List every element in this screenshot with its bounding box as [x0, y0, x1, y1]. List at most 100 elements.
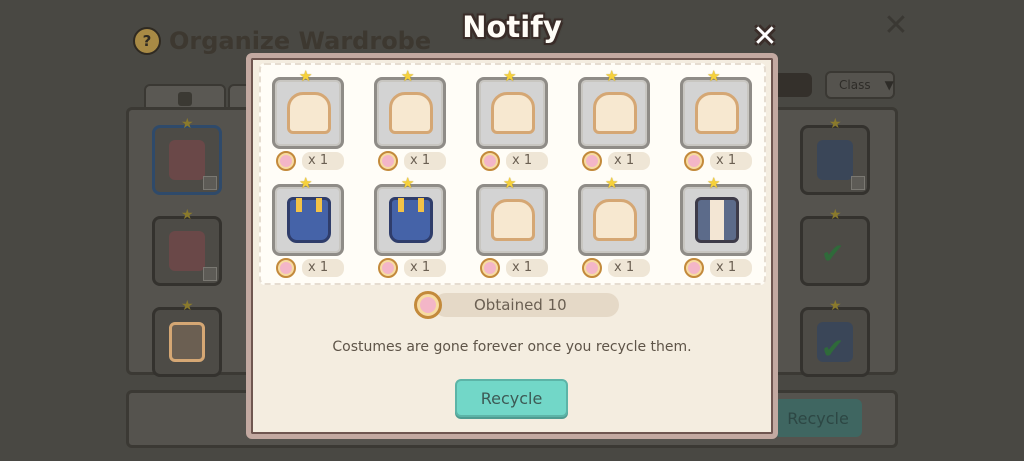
coin-icon [684, 258, 704, 278]
bread-costume-icon [593, 92, 637, 134]
class-dropdown[interactable]: Class ▼ [825, 71, 895, 99]
quantity-text: x 1 [710, 152, 753, 170]
costume-thumb [169, 322, 205, 362]
star-icon: ★ [605, 67, 619, 85]
star-icon: ★ [401, 67, 415, 85]
star-icon: ★ [181, 207, 194, 223]
star-icon: ★ [707, 67, 721, 85]
coin-icon [378, 151, 398, 171]
item-slot [476, 77, 548, 149]
wardrobe-slot[interactable]: ★ ✔ [800, 298, 870, 377]
overalls-costume-icon [389, 197, 433, 243]
recycle-button[interactable]: Recycle [455, 379, 568, 417]
bread-costume-icon [491, 92, 535, 134]
coin-icon [582, 258, 602, 278]
close-icon[interactable]: ✕ [748, 20, 782, 54]
item-slot [374, 77, 446, 149]
coin-icon [276, 151, 296, 171]
quantity-text: x 1 [506, 152, 549, 170]
star-icon: ★ [829, 207, 842, 223]
recycle-item[interactable]: ★ x 1 [476, 174, 550, 282]
item-quantity: x 1 [480, 258, 549, 278]
item-quantity: x 1 [378, 151, 447, 171]
bread-costume-icon [695, 92, 739, 134]
quantity-text: x 1 [506, 259, 549, 277]
item-quantity: x 1 [684, 151, 753, 171]
recycle-item[interactable]: ★ x 1 [578, 67, 652, 175]
checkbox[interactable] [203, 176, 217, 190]
item-slot [680, 184, 752, 256]
item-slot [272, 77, 344, 149]
recycle-item[interactable]: ★ x 1 [578, 174, 652, 282]
item-slot [578, 77, 650, 149]
recycle-item[interactable]: ★ x 1 [272, 67, 346, 175]
star-icon: ★ [503, 174, 517, 192]
item-slot [578, 184, 650, 256]
star-icon: ★ [299, 174, 313, 192]
coin-icon [414, 291, 442, 319]
item-slot [272, 184, 344, 256]
coin-icon [378, 258, 398, 278]
recycle-item[interactable]: ★ x 1 [272, 174, 346, 282]
checkmark-icon: ✔ [821, 237, 845, 270]
item-quantity: x 1 [582, 258, 651, 278]
bread-costume-icon [287, 92, 331, 134]
wardrobe-slot[interactable]: ★ [800, 116, 870, 195]
recycle-warning: Costumes are gone forever once you recyc… [332, 339, 692, 355]
checkmark-icon: ✔ [821, 332, 845, 365]
item-quantity: x 1 [276, 151, 345, 171]
item-slot [374, 184, 446, 256]
star-icon: ★ [299, 67, 313, 85]
star-icon: ★ [181, 116, 194, 132]
quantity-text: x 1 [302, 259, 345, 277]
star-icon: ★ [503, 67, 517, 85]
quantity-text: x 1 [404, 259, 447, 277]
coin-icon [480, 258, 500, 278]
star-icon: ★ [829, 116, 842, 132]
modal-title: Notify [462, 10, 562, 44]
hanger-icon [178, 92, 192, 106]
class-dropdown-label: Class [839, 78, 871, 92]
item-quantity: x 1 [276, 258, 345, 278]
item-quantity: x 1 [684, 258, 753, 278]
item-slot [680, 77, 752, 149]
recycle-item[interactable]: ★ x 1 [374, 67, 448, 175]
recycle-item[interactable]: ★ x 1 [680, 67, 754, 175]
quantity-text: x 1 [608, 152, 651, 170]
recycle-item[interactable]: ★ x 1 [374, 174, 448, 282]
star-icon: ★ [829, 298, 842, 314]
triangle-down-icon: ▼ [884, 78, 894, 92]
item-slot [476, 184, 548, 256]
star-icon: ★ [401, 174, 415, 192]
quantity-text: x 1 [710, 259, 753, 277]
star-icon: ★ [605, 174, 619, 192]
wardrobe-slot[interactable]: ★ [152, 298, 222, 377]
obtained-label: Obtained 10 [434, 293, 619, 317]
obtained-summary: Obtained 10 [414, 291, 619, 319]
coin-icon [684, 151, 704, 171]
checkbox[interactable] [203, 267, 217, 281]
item-quantity: x 1 [480, 151, 549, 171]
bread-costume-icon [593, 199, 637, 241]
quantity-text: x 1 [404, 152, 447, 170]
wardrobe-slot[interactable]: ★ ✔ [800, 207, 870, 286]
wardrobe-recycle-button[interactable]: Recycle [774, 399, 862, 437]
bread-costume-icon [389, 92, 433, 134]
quantity-text: x 1 [608, 259, 651, 277]
item-quantity: x 1 [378, 258, 447, 278]
wardrobe-slot[interactable]: ★ [152, 207, 222, 286]
costume-thumb [169, 231, 205, 271]
recycle-item[interactable]: ★ x 1 [476, 67, 550, 175]
vest-costume-icon [695, 197, 739, 243]
recycle-item[interactable]: ★ x 1 [680, 174, 754, 282]
coin-icon [582, 151, 602, 171]
coin-icon [276, 258, 296, 278]
bread-costume-icon [491, 199, 535, 241]
quantity-text: x 1 [302, 152, 345, 170]
overalls-costume-icon [287, 197, 331, 243]
coin-icon [480, 151, 500, 171]
checkbox[interactable] [851, 176, 865, 190]
costume-thumb [169, 140, 205, 180]
wardrobe-slot[interactable]: ★ [152, 116, 222, 195]
star-icon: ★ [707, 174, 721, 192]
